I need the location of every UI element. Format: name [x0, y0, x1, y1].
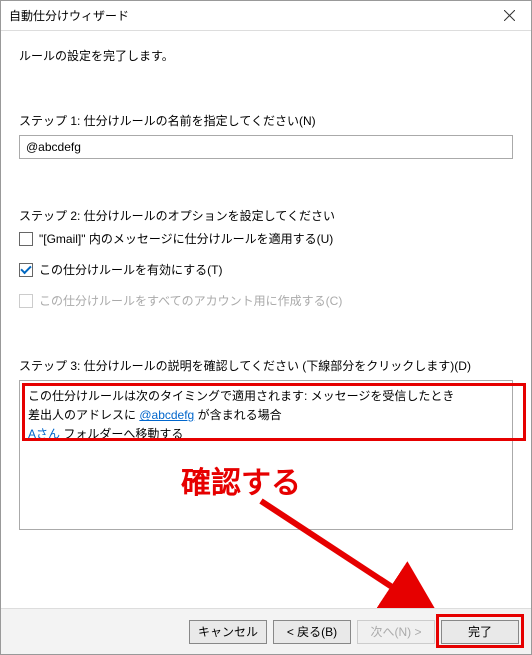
- checkbox-icon: [19, 263, 33, 277]
- checkbox-apply-gmail[interactable]: "[Gmail]" 内のメッセージに仕分けルールを適用する(U): [19, 230, 513, 247]
- checkbox-icon: [19, 232, 33, 246]
- checkbox-all-accounts: この仕分けルールをすべてのアカウント用に作成する(C): [19, 292, 513, 309]
- desc-line3: Aさん フォルダーへ移動する: [28, 425, 504, 444]
- step1-label: ステップ 1: 仕分けルールの名前を指定してください(N): [19, 112, 513, 129]
- checkbox-label: "[Gmail]" 内のメッセージに仕分けルールを適用する(U): [39, 230, 333, 247]
- checkbox-label: この仕分けルールをすべてのアカウント用に作成する(C): [39, 292, 342, 309]
- button-bar: キャンセル < 戻る(B) 次へ(N) > 完了: [1, 608, 531, 654]
- window-title: 自動仕分けウィザード: [9, 7, 129, 24]
- step3-section: ステップ 3: 仕分けルールの説明を確認してください (下線部分をクリックします…: [19, 357, 513, 530]
- desc-sender-link[interactable]: @abcdefg: [139, 408, 194, 422]
- close-icon: [504, 10, 515, 21]
- step1-section: ステップ 1: 仕分けルールの名前を指定してください(N): [19, 112, 513, 159]
- checkbox-label: この仕分けルールを有効にする(T): [39, 261, 222, 278]
- rule-description-box: この仕分けルールは次のタイミングで適用されます: メッセージを受信したとき 差出…: [19, 380, 513, 530]
- rule-name-input[interactable]: [19, 135, 513, 159]
- desc-folder-link[interactable]: Aさん: [28, 427, 60, 441]
- content-area: ルールの設定を完了します。 ステップ 1: 仕分けルールの名前を指定してください…: [1, 31, 531, 530]
- step3-label: ステップ 3: 仕分けルールの説明を確認してください (下線部分をクリックします…: [19, 357, 513, 374]
- desc-line2: 差出人のアドレスに @abcdefg が含まれる場合: [28, 406, 504, 425]
- intro-text: ルールの設定を完了します。: [19, 47, 513, 64]
- step2-section: ステップ 2: 仕分けルールのオプションを設定してください "[Gmail]" …: [19, 207, 513, 309]
- titlebar: 自動仕分けウィザード: [1, 1, 531, 31]
- next-button: 次へ(N) >: [357, 620, 435, 644]
- desc-line1: この仕分けルールは次のタイミングで適用されます: メッセージを受信したとき: [28, 387, 504, 406]
- finish-button[interactable]: 完了: [441, 620, 519, 644]
- cancel-button[interactable]: キャンセル: [189, 620, 267, 644]
- back-button[interactable]: < 戻る(B): [273, 620, 351, 644]
- close-button[interactable]: [487, 1, 531, 31]
- checkbox-icon: [19, 294, 33, 308]
- checkbox-enable-rule[interactable]: この仕分けルールを有効にする(T): [19, 261, 513, 278]
- step2-label: ステップ 2: 仕分けルールのオプションを設定してください: [19, 207, 513, 224]
